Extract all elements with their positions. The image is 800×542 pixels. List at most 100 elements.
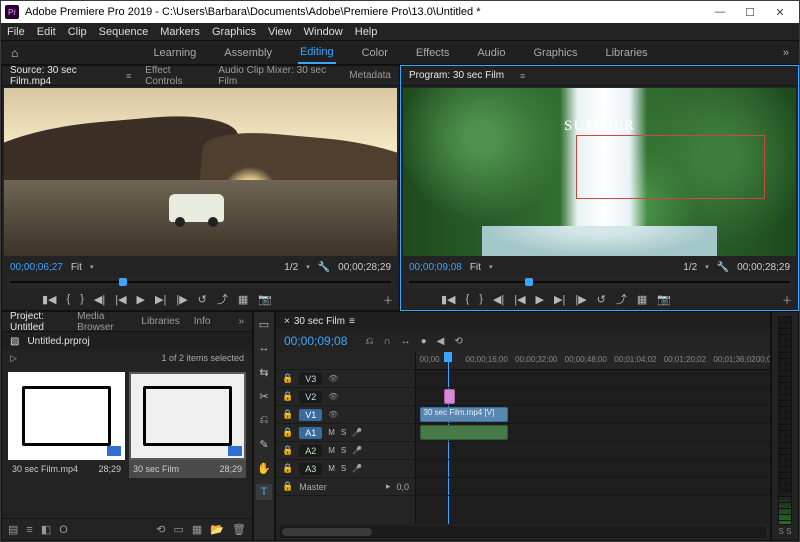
project-item-1[interactable]: 30 sec Film.mp428;29 (8, 372, 125, 512)
program-title-overlay[interactable]: SUMMER (564, 118, 635, 135)
track-header-a1[interactable]: 🔒A1MS🎤 (276, 424, 415, 442)
selection-tool-icon[interactable]: ▭ (256, 316, 272, 332)
lane-master[interactable] (416, 478, 770, 496)
tl-nest-icon[interactable]: ⎌ (365, 336, 373, 347)
track-select-tool-icon[interactable]: ↔ (256, 340, 272, 356)
prog-brace-in-icon[interactable]: { (466, 293, 470, 305)
timeline-menu-icon[interactable]: ≡ (349, 316, 355, 327)
workspace-tab-libraries[interactable]: Libraries (604, 43, 650, 63)
menu-clip[interactable]: Clip (68, 26, 87, 38)
tl-wrench-icon[interactable]: ⟲ (454, 336, 462, 347)
step-fwd-icon[interactable]: ▶| (155, 293, 166, 306)
insert-icon[interactable]: ↺ (198, 293, 207, 306)
track-header-master[interactable]: 🔒Master▸0,0 (276, 478, 415, 496)
program-scrub-bar[interactable] (405, 276, 794, 288)
program-fit-dropdown[interactable]: Fit (470, 262, 481, 273)
source-add-button-icon[interactable]: ＋ (383, 292, 393, 307)
source-resolution-dropdown[interactable]: 1/2 (284, 262, 298, 273)
razor-tool-icon[interactable]: ✂ (256, 388, 272, 404)
lane-v2[interactable] (416, 388, 770, 406)
clip-video[interactable]: 30 sec Film.mp4 [V] (420, 407, 509, 422)
info-tab[interactable]: Info (194, 316, 211, 327)
new-bin-icon[interactable]: ▦ (192, 523, 202, 536)
lane-v3[interactable] (416, 370, 770, 388)
prog-play-icon[interactable]: ▶ (536, 293, 544, 306)
mark-in-brace-icon[interactable]: { (67, 293, 71, 305)
tl-marker-icon[interactable]: ● (421, 336, 427, 347)
tl-settings-icon[interactable]: ◀ (437, 336, 445, 347)
list-view-icon[interactable]: ▤ (8, 523, 18, 536)
audio-clip-mixer-tab[interactable]: Audio Clip Mixer: 30 sec Film (218, 65, 335, 87)
home-icon[interactable]: ⌂ (11, 46, 18, 60)
menu-file[interactable]: File (7, 26, 25, 38)
program-video-display[interactable]: SUMMER (403, 88, 796, 256)
find-icon[interactable]: ▭ (174, 523, 184, 536)
lane-v1[interactable]: 30 sec Film.mp4 [V] (416, 406, 770, 424)
program-timecode-in[interactable]: 00;00;09;08 (409, 262, 462, 273)
workspace-tab-effects[interactable]: Effects (414, 43, 451, 63)
filter-bin-icon[interactable]: ▷ (10, 353, 17, 364)
workspace-overflow-icon[interactable]: » (783, 47, 789, 59)
tl-link-icon[interactable]: ↔ (401, 336, 411, 347)
menu-window[interactable]: Window (304, 26, 343, 38)
menu-help[interactable]: Help (355, 26, 378, 38)
workspace-tab-color[interactable]: Color (360, 43, 390, 63)
source-settings-icon[interactable]: 🔧 (318, 262, 330, 273)
step-back-icon[interactable]: |◀ (115, 293, 126, 306)
new-item-icon[interactable]: 📂 (210, 523, 224, 536)
program-settings-icon[interactable]: 🔧 (717, 262, 729, 273)
prog-export-frame-icon[interactable]: ▦ (637, 293, 647, 306)
program-panel-menu-icon[interactable]: ≡ (520, 71, 525, 81)
export-frame-icon[interactable]: ▦ (238, 293, 248, 306)
program-title-safe-box[interactable] (576, 135, 765, 199)
track-header-a3[interactable]: 🔒A3MS🎤 (276, 460, 415, 478)
prog-step-back-icon[interactable]: |◀ (514, 293, 525, 306)
source-panel-menu-icon[interactable]: ≡ (126, 71, 131, 81)
program-add-button-icon[interactable]: ＋ (782, 292, 792, 307)
clip-audio[interactable] (420, 425, 509, 440)
track-header-v2[interactable]: 🔒V2👁 (276, 388, 415, 406)
delete-icon[interactable]: 🗑 (232, 523, 246, 536)
prog-lift-icon[interactable]: ↺ (597, 293, 606, 306)
go-in-icon[interactable]: ◀| (94, 293, 105, 306)
timeline-horizontal-scroll[interactable] (280, 526, 766, 538)
prog-go-out-icon[interactable]: |▶ (575, 293, 586, 306)
media-browser-tab[interactable]: Media Browser (77, 311, 127, 333)
track-area[interactable]: 00;00 00;00;16;00 00;00;32;00 00;00;48;0… (416, 352, 770, 524)
program-tab[interactable]: Program: 30 sec Film (409, 70, 504, 81)
icon-view-icon[interactable]: ≡ (26, 524, 32, 536)
overwrite-icon[interactable]: ⤴ (217, 291, 228, 307)
window-maximize-button[interactable]: ☐ (735, 6, 765, 19)
workspace-tab-assembly[interactable]: Assembly (222, 43, 274, 63)
menu-markers[interactable]: Markers (160, 26, 200, 38)
libraries-tab[interactable]: Libraries (141, 316, 179, 327)
type-tool-icon[interactable]: T (256, 484, 272, 500)
snapshot-icon[interactable]: 📷 (258, 293, 272, 306)
source-video-display[interactable] (4, 88, 397, 256)
mark-in-icon[interactable]: ▮◀ (42, 293, 57, 306)
lane-a1[interactable] (416, 424, 770, 442)
project-tab[interactable]: Project: Untitled (10, 311, 63, 333)
effect-controls-tab[interactable]: Effect Controls (145, 65, 204, 87)
metadata-tab[interactable]: Metadata (349, 70, 391, 81)
workspace-tab-learning[interactable]: Learning (151, 43, 198, 63)
audio-meter[interactable] (778, 316, 792, 525)
prog-mark-in-icon[interactable]: ▮◀ (441, 293, 456, 306)
pen-tool-icon[interactable]: ✎ (256, 436, 272, 452)
source-fit-dropdown[interactable]: Fit (71, 262, 82, 273)
window-close-button[interactable]: ✕ (765, 6, 795, 19)
source-scrub-bar[interactable] (6, 276, 395, 288)
timeline-timecode[interactable]: 00;00;09;08 (284, 334, 347, 348)
hand-tool-icon[interactable]: ✋ (256, 460, 272, 476)
project-item-2[interactable]: 30 sec Film28;29 (129, 372, 246, 512)
clip-graphic[interactable] (444, 389, 455, 404)
play-icon[interactable]: ▶ (137, 293, 145, 306)
zoom-slider-icon[interactable]: O (59, 524, 68, 536)
source-tab[interactable]: Source: 30 sec Film.mp4 (10, 65, 110, 87)
prog-go-in-icon[interactable]: ◀| (493, 293, 504, 306)
lane-a3[interactable] (416, 460, 770, 478)
sequence-tab[interactable]: 30 sec Film (294, 316, 345, 327)
prog-snapshot-icon[interactable]: 📷 (657, 293, 671, 306)
auto-seq-icon[interactable]: ⟲ (156, 523, 165, 536)
workspace-tab-audio[interactable]: Audio (475, 43, 507, 63)
